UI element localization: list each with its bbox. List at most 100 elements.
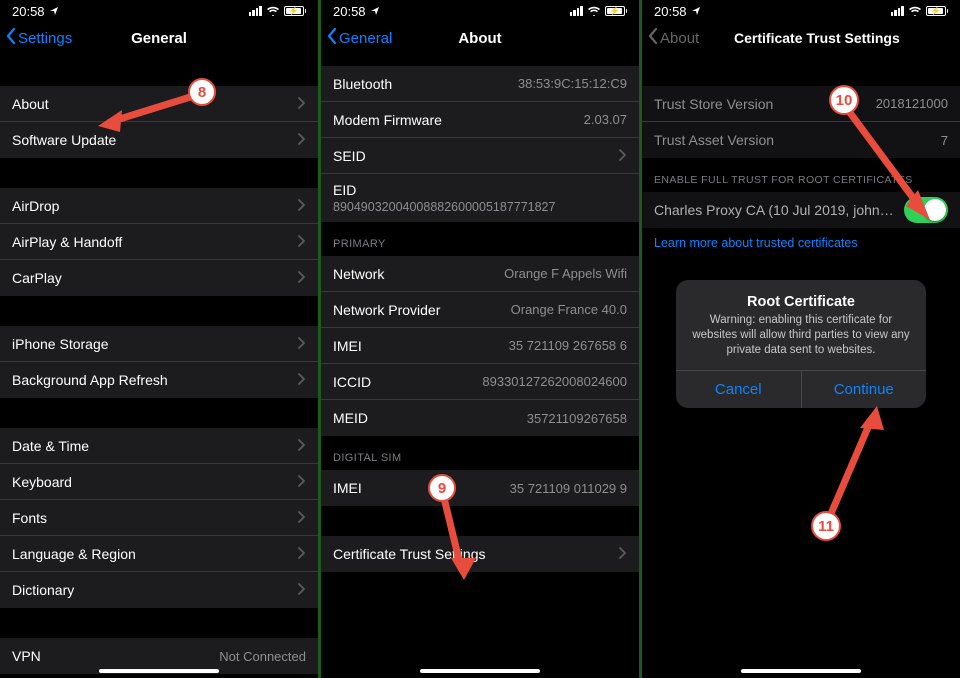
annotation-number: 11 — [818, 518, 834, 535]
row-label: IMEI — [333, 480, 362, 496]
nav-title: General — [131, 30, 187, 47]
row-carplay[interactable]: CarPlay — [0, 260, 318, 296]
home-indicator[interactable] — [741, 669, 861, 673]
wifi-icon — [908, 4, 922, 19]
section-header-enable-trust: ENABLE FULL TRUST FOR ROOT CERTIFICATES — [642, 158, 960, 192]
nav-back-button[interactable]: General — [327, 28, 392, 48]
nav-back-label: About — [660, 30, 699, 47]
chevron-right-icon — [298, 474, 306, 490]
nav-bar: Settings General — [0, 20, 318, 56]
cellular-icon — [249, 6, 262, 16]
nav-back-label: General — [339, 30, 392, 47]
row-value: 35 721109 267658 6 — [509, 338, 627, 353]
row-value: Orange France 40.0 — [511, 302, 627, 317]
row-label: AirPlay & Handoff — [12, 234, 122, 250]
row-label: Network — [333, 266, 384, 282]
row-value: 89049032004008882600005187771827 — [333, 200, 555, 214]
battery-icon: ⚡ — [284, 6, 307, 16]
alert-root-certificate: Root Certificate Warning: enabling this … — [642, 280, 960, 408]
row-software-update[interactable]: Software Update — [0, 122, 318, 158]
chevron-right-icon — [298, 336, 306, 352]
status-time: 20:58 — [654, 4, 687, 19]
row-label: VPN — [12, 648, 41, 664]
row-storage[interactable]: iPhone Storage — [0, 326, 318, 362]
row-label: IMEI — [333, 338, 362, 354]
row-seid[interactable]: SEID — [321, 138, 639, 174]
chevron-left-icon — [327, 28, 337, 48]
cellular-icon — [891, 6, 904, 16]
status-bar: 20:58 ⚡ — [0, 0, 318, 20]
row-imei-digital[interactable]: IMEI 35 721109 011029 9 — [321, 470, 639, 506]
row-label: Background App Refresh — [12, 372, 168, 388]
chevron-left-icon — [648, 28, 658, 48]
row-airdrop[interactable]: AirDrop — [0, 188, 318, 224]
row-label: Modem Firmware — [333, 112, 442, 128]
location-icon — [370, 4, 380, 19]
row-label: Certificate Trust Settings — [333, 546, 486, 562]
row-label: Dictionary — [12, 582, 74, 598]
row-label: Trust Asset Version — [654, 132, 774, 148]
row-eid[interactable]: EID 89049032004008882600005187771827 — [321, 174, 639, 222]
row-label: About — [12, 96, 49, 112]
chevron-right-icon — [619, 546, 627, 562]
alert-title: Root Certificate — [688, 294, 914, 310]
chevron-right-icon — [619, 148, 627, 164]
row-value: 2.03.07 — [584, 112, 627, 127]
row-label: Software Update — [12, 132, 116, 148]
cellular-icon — [570, 6, 583, 16]
location-icon — [49, 4, 59, 19]
nav-back-label: Settings — [18, 30, 72, 47]
row-modem-firmware[interactable]: Modem Firmware 2.03.07 — [321, 102, 639, 138]
row-label: ICCID — [333, 374, 371, 390]
row-imei[interactable]: IMEI 35 721109 267658 6 — [321, 328, 639, 364]
status-bar: 20:58 ⚡ — [642, 0, 960, 20]
row-label: Bluetooth — [333, 76, 392, 92]
row-airplay[interactable]: AirPlay & Handoff — [0, 224, 318, 260]
row-dictionary[interactable]: Dictionary — [0, 572, 318, 608]
nav-back-button[interactable]: About — [648, 28, 699, 48]
row-charles-proxy-ca[interactable]: Charles Proxy CA (10 Jul 2019, john… — [642, 192, 960, 228]
nav-title: About — [458, 30, 501, 47]
row-iccid[interactable]: ICCID 89330127262008024600 — [321, 364, 639, 400]
home-indicator[interactable] — [420, 669, 540, 673]
row-date-time[interactable]: Date & Time — [0, 428, 318, 464]
row-language[interactable]: Language & Region — [0, 536, 318, 572]
cancel-button[interactable]: Cancel — [676, 371, 801, 408]
row-label: EID — [333, 182, 356, 198]
home-indicator[interactable] — [99, 669, 219, 673]
row-label: Date & Time — [12, 438, 89, 454]
nav-title: Certificate Trust Settings — [734, 30, 900, 46]
row-value: 35 721109 011029 9 — [510, 481, 627, 496]
row-label: Keyboard — [12, 474, 72, 490]
continue-button[interactable]: Continue — [801, 371, 927, 408]
wifi-icon — [587, 4, 601, 19]
status-bar: 20:58 ⚡ — [321, 0, 639, 20]
row-fonts[interactable]: Fonts — [0, 500, 318, 536]
screen-certificate-trust: 20:58 ⚡ About Certificate Trust Settings… — [642, 0, 960, 678]
location-icon — [691, 4, 701, 19]
row-meid[interactable]: MEID 35721109267658 — [321, 400, 639, 436]
row-bluetooth[interactable]: Bluetooth 38:53:9C:15:12:C9 — [321, 66, 639, 102]
nav-back-button[interactable]: Settings — [6, 28, 72, 48]
chevron-left-icon — [6, 28, 16, 48]
chevron-right-icon — [298, 132, 306, 148]
row-network[interactable]: Network Orange F Appels Wifi — [321, 256, 639, 292]
nav-bar: General About — [321, 20, 639, 56]
row-bg-refresh[interactable]: Background App Refresh — [0, 362, 318, 398]
toggle-switch[interactable] — [904, 197, 948, 223]
row-trust-asset: Trust Asset Version 7 — [642, 122, 960, 158]
row-about[interactable]: About — [0, 86, 318, 122]
screen-general: 20:58 ⚡ Settings General About Software … — [0, 0, 318, 678]
chevron-right-icon — [298, 270, 306, 286]
chevron-right-icon — [298, 198, 306, 214]
battery-icon: ⚡ — [605, 6, 628, 16]
row-label: Network Provider — [333, 302, 440, 318]
row-keyboard[interactable]: Keyboard — [0, 464, 318, 500]
nav-bar: About Certificate Trust Settings — [642, 20, 960, 56]
learn-more-link[interactable]: Learn more about trusted certificates — [642, 228, 960, 250]
row-value: Orange F Appels Wifi — [504, 266, 627, 281]
row-network-provider[interactable]: Network Provider Orange France 40.0 — [321, 292, 639, 328]
row-trust-store: Trust Store Version 2018121000 — [642, 86, 960, 122]
row-certificate-trust[interactable]: Certificate Trust Settings — [321, 536, 639, 572]
chevron-right-icon — [298, 372, 306, 388]
